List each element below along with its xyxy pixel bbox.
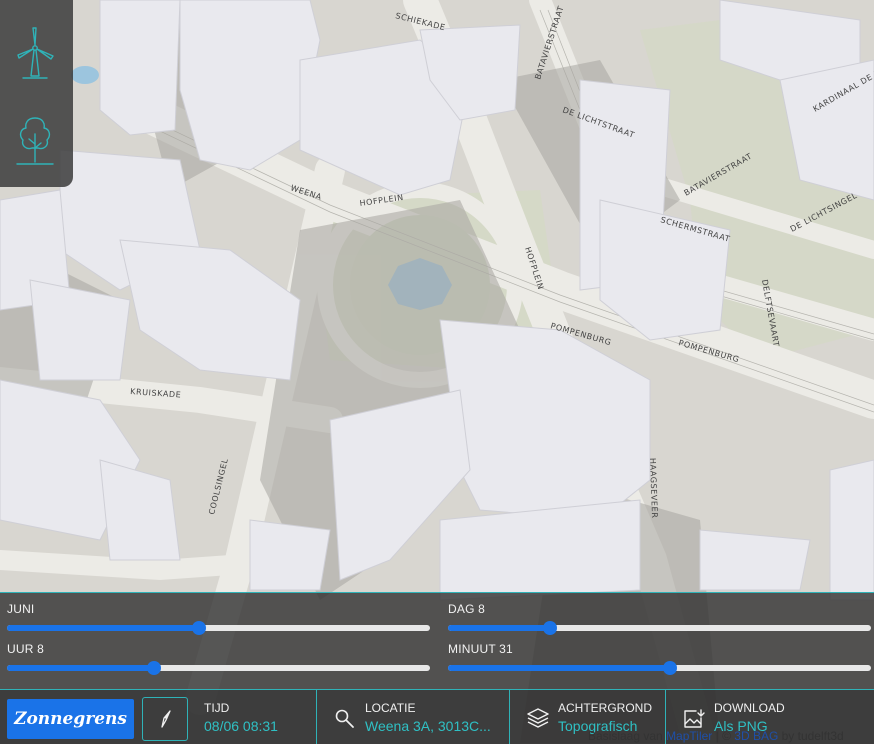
image-download-icon <box>682 708 706 730</box>
day-slider-thumb[interactable] <box>543 621 557 635</box>
background-label: ACHTERGROND <box>558 701 652 715</box>
hour-slider-thumb[interactable] <box>147 661 161 675</box>
tree-icon <box>13 114 57 170</box>
day-slider-label: DAG 8 <box>448 602 873 616</box>
day-slider-fill <box>448 625 550 631</box>
attribution-prefix: Basislaag van <box>588 729 663 743</box>
hour-slider[interactable] <box>7 665 430 671</box>
day-slider[interactable] <box>448 625 871 631</box>
month-slider-label: JUNI <box>7 602 432 616</box>
layers-icon <box>526 707 550 729</box>
hour-slider-label: UUR 8 <box>7 642 432 656</box>
time-label: TIJD <box>204 701 229 715</box>
location-info[interactable]: LOCATIE Weena 3A, 3013C... <box>330 690 506 744</box>
month-slider[interactable] <box>7 625 430 631</box>
minute-slider-thumb[interactable] <box>663 661 677 675</box>
map-attribution: Basislaag van MapTiler | © 3D BAG by tud… <box>588 729 844 743</box>
month-slider-block: JUNI <box>7 602 432 616</box>
divider <box>316 690 317 744</box>
attribution-separator: | © <box>712 729 734 743</box>
divider <box>509 690 510 744</box>
compass-icon <box>154 708 176 730</box>
month-slider-fill <box>7 625 199 631</box>
download-label: DOWNLOAD <box>714 701 785 715</box>
hour-slider-block: UUR 8 <box>7 642 432 656</box>
logo-button[interactable]: Zonnegrens <box>7 699 134 739</box>
location-value: Weena 3A, 3013C... <box>365 718 491 734</box>
hour-slider-fill <box>7 665 154 671</box>
location-label: LOCATIE <box>365 701 415 715</box>
minute-slider-label: MINUUT 31 <box>448 642 873 656</box>
wind-turbine-button[interactable] <box>12 22 58 82</box>
wind-turbine-icon <box>13 22 57 82</box>
minute-slider-fill <box>448 665 670 671</box>
time-sliders-panel: JUNI DAG 8 UUR 8 MINUUT 31 <box>0 592 874 690</box>
compass-button[interactable] <box>142 697 188 741</box>
time-info[interactable]: TIJD 08/06 08:31 <box>204 690 314 744</box>
bag-link[interactable]: 3D BAG <box>734 729 778 743</box>
search-icon <box>334 708 356 730</box>
month-slider-thumb[interactable] <box>192 621 206 635</box>
time-value: 08/06 08:31 <box>204 718 278 734</box>
minute-slider-block: MINUUT 31 <box>448 642 873 656</box>
attribution-by: by tudelft3d <box>778 729 843 743</box>
maptiler-link[interactable]: MapTiler <box>666 729 712 743</box>
tree-button[interactable] <box>12 112 58 172</box>
day-slider-block: DAG 8 <box>448 602 873 616</box>
minute-slider[interactable] <box>448 665 871 671</box>
tool-panel <box>0 0 73 187</box>
